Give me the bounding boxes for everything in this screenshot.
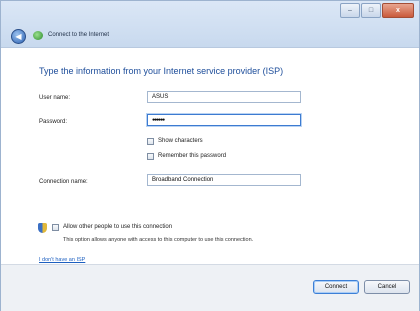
back-arrow-icon: ◀ xyxy=(15,32,22,41)
connection-name-label: Connection name: xyxy=(39,179,88,185)
maximize-button[interactable]: □ xyxy=(361,3,381,18)
page-heading: Type the information from your Internet … xyxy=(39,66,284,76)
no-isp-link[interactable]: I don't have an ISP xyxy=(39,257,85,263)
window-title: Connect to the Internet xyxy=(48,32,110,38)
connect-button[interactable]: Connect xyxy=(313,280,359,294)
network-globe-icon xyxy=(33,31,43,40)
window-controls: – □ x xyxy=(339,3,414,18)
username-label: User name: xyxy=(39,95,71,101)
close-button[interactable]: x xyxy=(382,3,414,18)
allow-others-label: Allow other people to use this connectio… xyxy=(63,224,173,230)
uac-shield-icon xyxy=(38,223,47,233)
remember-password-checkbox[interactable] xyxy=(147,153,154,160)
title-bar: – □ x ◀ Connect to the Internet xyxy=(1,1,419,48)
minimize-button[interactable]: – xyxy=(340,3,360,18)
allow-others-checkbox[interactable] xyxy=(52,224,59,231)
remember-password-label: Remember this password xyxy=(158,153,227,159)
cancel-button[interactable]: Cancel xyxy=(364,280,410,294)
show-characters-label: Show characters xyxy=(158,138,203,144)
password-field[interactable]: ●●●●●● xyxy=(147,114,301,126)
show-characters-checkbox[interactable] xyxy=(147,138,154,145)
username-field[interactable]: ASUS xyxy=(147,91,301,103)
connection-name-field[interactable]: Broadband Connection xyxy=(147,174,301,186)
allow-others-description: This option allows anyone with access to… xyxy=(63,237,254,243)
password-label: Password: xyxy=(39,119,68,125)
content-area: Type the information from your Internet … xyxy=(1,48,419,264)
back-button[interactable]: ◀ xyxy=(11,29,26,44)
dialog-window: – □ x ◀ Connect to the Internet Type the… xyxy=(0,0,420,311)
button-bar: Connect Cancel xyxy=(1,264,419,311)
